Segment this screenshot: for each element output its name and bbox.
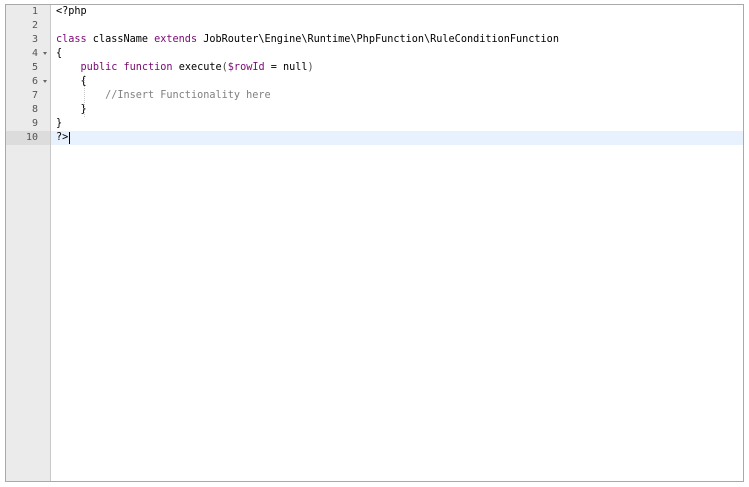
keyword-public: public <box>80 62 118 73</box>
line-number: 2 <box>31 20 38 31</box>
active-line-highlight <box>51 131 743 145</box>
keyword-function: function <box>123 62 173 73</box>
line-number: 5 <box>31 62 38 73</box>
code-text: ?> <box>56 132 69 143</box>
code-line-7[interactable]: //Insert Functionality here <box>56 89 271 103</box>
variable: $rowId <box>227 62 265 73</box>
class-name: className <box>86 34 155 45</box>
line-number: 4 <box>31 48 38 59</box>
line-number: 6 <box>31 76 38 87</box>
line-number: 10 <box>25 132 38 143</box>
gutter-line-3: 3 <box>6 33 50 47</box>
line-number: 1 <box>31 6 38 17</box>
line-number: 7 <box>31 90 38 101</box>
gutter-line-6: 6 <box>6 75 50 89</box>
line-number: 8 <box>31 104 38 115</box>
fold-arrow-icon[interactable] <box>43 52 47 55</box>
code-text: } <box>56 104 87 115</box>
code-line-3[interactable]: class className extends JobRouter\Engine… <box>56 33 559 47</box>
code-text: { <box>56 76 87 87</box>
text-cursor <box>69 132 70 144</box>
code-line-8[interactable]: } <box>56 103 87 117</box>
code-line-4[interactable]: { <box>56 47 62 61</box>
code-line-1[interactable]: <?php <box>56 5 87 19</box>
comment: //Insert Functionality here <box>105 90 271 101</box>
keyword-class: class <box>56 34 87 45</box>
line-number: 9 <box>31 118 38 129</box>
code-line-10[interactable]: ?> <box>56 131 70 145</box>
paren-close: ) <box>307 62 314 73</box>
code-line-6[interactable]: { <box>56 75 87 89</box>
code-line-9[interactable]: } <box>56 117 62 131</box>
gutter-line-9: 9 <box>6 117 50 131</box>
fold-arrow-icon[interactable] <box>43 80 47 83</box>
code-text: <?php <box>56 6 87 17</box>
gutter-line-5: 5 <box>6 61 50 75</box>
function-name: execute <box>172 62 222 73</box>
line-number: 3 <box>31 34 38 45</box>
code-line-5[interactable]: public function execute($rowId = null) <box>56 61 314 75</box>
code-text: } <box>56 118 63 129</box>
gutter-line-4: 4 <box>6 47 50 61</box>
parent-class: JobRouter\Engine\Runtime\PhpFunction\Rul… <box>197 34 559 45</box>
gutter-line-8: 8 <box>6 103 50 117</box>
line-number-gutter: 1 2 3 4 5 6 7 8 9 10 <box>6 5 51 481</box>
gutter-line-2: 2 <box>6 19 50 33</box>
gutter-line-1: 1 <box>6 5 50 19</box>
gutter-line-7: 7 <box>6 89 50 103</box>
gutter-line-10: 10 <box>6 131 50 145</box>
default-value: = null <box>264 62 308 73</box>
code-editor[interactable]: 1 2 3 4 5 6 7 8 9 10 <?php class classNa… <box>5 4 744 482</box>
keyword-extends: extends <box>154 34 198 45</box>
code-text: { <box>56 48 63 59</box>
